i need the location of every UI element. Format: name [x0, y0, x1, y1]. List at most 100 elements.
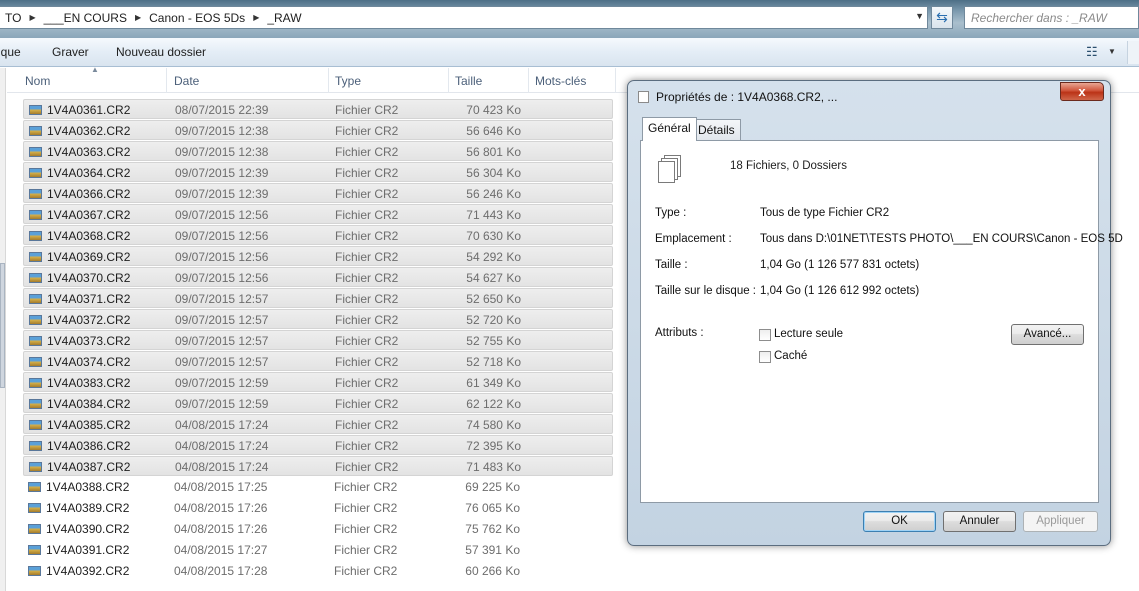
file-type: Fichier CR2	[335, 334, 399, 348]
readonly-checkbox[interactable]	[759, 329, 771, 341]
close-button[interactable]: x	[1060, 82, 1104, 101]
breadcrumb-item[interactable]: _RAW	[261, 7, 307, 28]
file-row[interactable]: 1V4A0383.CR2 09/07/2015 12:59 Fichier CR2 6…	[23, 372, 613, 392]
file-row[interactable]: 1V4A0389.CR2 04/08/2015 17:26 Fichier CR2 7…	[23, 498, 613, 518]
file-size: 52 650 Ko	[466, 292, 521, 306]
file-size: 76 065 Ko	[465, 501, 520, 515]
column-divider[interactable]	[448, 68, 449, 93]
file-row[interactable]: 1V4A0384.CR2 09/07/2015 12:59 Fichier CR2 6…	[23, 393, 613, 413]
file-row[interactable]: 1V4A0387.CR2 04/08/2015 17:24 Fichier CR2 7…	[23, 456, 613, 476]
breadcrumb-label: Canon - EOS 5Ds	[149, 10, 246, 25]
file-date: 09/07/2015 12:57	[175, 292, 269, 306]
breadcrumb-arrow-icon[interactable]: ▶	[133, 13, 143, 22]
file-row[interactable]: 1V4A0373.CR2 09/07/2015 12:57 Fichier CR2 5…	[23, 330, 613, 350]
refresh-button[interactable]: ⇆	[931, 6, 953, 29]
new-folder-button[interactable]: Nouveau dossier	[116, 45, 206, 59]
file-row[interactable]: 1V4A0372.CR2 09/07/2015 12:57 Fichier CR2 5…	[23, 309, 613, 329]
advanced-button[interactable]: Avancé...	[1011, 324, 1084, 345]
attributes-label: Attributs :	[655, 327, 704, 339]
file-date: 04/08/2015 17:24	[175, 460, 269, 474]
column-divider[interactable]	[328, 68, 329, 93]
breadcrumb-arrow-icon[interactable]: ▶	[27, 13, 37, 22]
file-row[interactable]: 1V4A0374.CR2 09/07/2015 12:57 Fichier CR2 5…	[23, 351, 613, 371]
tab-details[interactable]: Détails	[692, 119, 741, 140]
column-date[interactable]: Date	[174, 74, 199, 88]
column-divider[interactable]	[528, 68, 529, 93]
ok-button[interactable]: OK	[863, 511, 936, 532]
file-type: Fichier CR2	[335, 229, 399, 243]
column-type[interactable]: Type	[335, 74, 361, 88]
image-file-icon	[29, 252, 42, 262]
file-size: 52 755 Ko	[466, 334, 521, 348]
image-file-icon	[29, 294, 42, 304]
file-name: 1V4A0386.CR2	[47, 439, 131, 453]
breadcrumb-item[interactable]: TO ▶	[0, 7, 38, 28]
breadcrumb-arrow-icon[interactable]: ▶	[251, 13, 261, 22]
file-size: 56 646 Ko	[466, 124, 521, 138]
column-tags[interactable]: Mots-clés	[535, 74, 586, 88]
address-bar[interactable]: TO ▶ ___EN COURS ▶ Canon - EOS 5Ds ▶ _RAW ▼	[0, 6, 928, 29]
type-label: Type :	[655, 207, 687, 219]
general-tab-panel: 18 Fichiers, 0 Dossiers Type : Tous de t…	[640, 140, 1123, 503]
selection-summary: 18 Fichiers, 0 Dossiers	[730, 160, 847, 172]
file-name: 1V4A0369.CR2	[47, 250, 131, 264]
file-name: 1V4A0361.CR2	[47, 103, 131, 117]
file-type: Fichier CR2	[335, 355, 399, 369]
file-size: 54 292 Ko	[466, 250, 521, 264]
file-row[interactable]: 1V4A0367.CR2 09/07/2015 12:56 Fichier CR2 7…	[23, 204, 613, 224]
column-name[interactable]: Nom	[25, 74, 50, 88]
size-label: Taille :	[655, 259, 688, 271]
file-size: 69 225 Ko	[465, 480, 520, 494]
file-date: 04/08/2015 17:24	[175, 439, 269, 453]
file-row[interactable]: 1V4A0362.CR2 09/07/2015 12:38 Fichier CR2 5…	[23, 120, 613, 140]
file-row[interactable]: 1V4A0390.CR2 04/08/2015 17:26 Fichier CR2 7…	[23, 519, 613, 539]
breadcrumb-item[interactable]: Canon - EOS 5Ds ▶	[143, 7, 261, 28]
file-size: 56 304 Ko	[466, 166, 521, 180]
file-row[interactable]: 1V4A0391.CR2 04/08/2015 17:27 Fichier CR2 5…	[23, 540, 613, 560]
file-row[interactable]: 1V4A0361.CR2 08/07/2015 22:39 Fichier CR2 7…	[23, 99, 613, 119]
scrollbar-thumb[interactable]	[0, 263, 5, 388]
search-input[interactable]: Rechercher dans : _RAW	[964, 6, 1139, 29]
file-type: Fichier CR2	[335, 145, 399, 159]
file-row[interactable]: 1V4A0366.CR2 09/07/2015 12:39 Fichier CR2 5…	[23, 183, 613, 203]
column-size[interactable]: Taille	[455, 74, 482, 88]
apply-button[interactable]: Appliquer	[1023, 511, 1098, 532]
column-divider[interactable]	[615, 68, 616, 93]
file-name: 1V4A0387.CR2	[47, 460, 131, 474]
address-dropdown-icon[interactable]: ▼	[915, 11, 924, 21]
hidden-label[interactable]: Caché	[774, 350, 807, 362]
cancel-button[interactable]: Annuler	[943, 511, 1016, 532]
file-row[interactable]: 1V4A0363.CR2 09/07/2015 12:38 Fichier CR2 5…	[23, 141, 613, 161]
toolbar-item-partial[interactable]: ique	[0, 45, 21, 59]
file-date: 09/07/2015 12:56	[175, 229, 269, 243]
multiple-files-icon	[658, 155, 682, 185]
burn-button[interactable]: Graver	[52, 45, 89, 59]
file-row[interactable]: 1V4A0368.CR2 09/07/2015 12:56 Fichier CR2 7…	[23, 225, 613, 245]
file-row[interactable]: 1V4A0392.CR2 04/08/2015 17:28 Fichier CR2 6…	[23, 561, 613, 581]
file-row[interactable]: 1V4A0371.CR2 09/07/2015 12:57 Fichier CR2 5…	[23, 288, 613, 308]
file-row[interactable]: 1V4A0386.CR2 04/08/2015 17:24 Fichier CR2 7…	[23, 435, 613, 455]
file-row[interactable]: 1V4A0370.CR2 09/07/2015 12:56 Fichier CR2 5…	[23, 267, 613, 287]
file-name: 1V4A0372.CR2	[47, 313, 131, 327]
divider	[655, 193, 1083, 194]
readonly-label[interactable]: Lecture seule	[774, 328, 843, 340]
image-file-icon	[29, 399, 42, 409]
file-type: Fichier CR2	[335, 418, 399, 432]
file-row[interactable]: 1V4A0364.CR2 09/07/2015 12:39 Fichier CR2 5…	[23, 162, 613, 182]
image-file-icon	[29, 315, 42, 325]
file-type: Fichier CR2	[334, 501, 398, 515]
file-date: 04/08/2015 17:27	[174, 543, 268, 557]
views-icon[interactable]: ☷	[1086, 44, 1098, 60]
views-dropdown-icon[interactable]: ▼	[1108, 47, 1116, 56]
file-row[interactable]: 1V4A0385.CR2 04/08/2015 17:24 Fichier CR2 7…	[23, 414, 613, 434]
breadcrumb-item[interactable]: ___EN COURS ▶	[38, 7, 144, 28]
file-row[interactable]: 1V4A0369.CR2 09/07/2015 12:56 Fichier CR2 5…	[23, 246, 613, 266]
file-date: 09/07/2015 12:57	[175, 355, 269, 369]
file-name: 1V4A0392.CR2	[46, 564, 130, 578]
tab-general[interactable]: Général	[642, 117, 697, 141]
file-date: 09/07/2015 12:38	[175, 145, 269, 159]
hidden-checkbox[interactable]	[759, 351, 771, 363]
file-row[interactable]: 1V4A0388.CR2 04/08/2015 17:25 Fichier CR2 6…	[23, 477, 613, 497]
column-divider[interactable]	[166, 68, 167, 93]
file-name: 1V4A0363.CR2	[47, 145, 131, 159]
